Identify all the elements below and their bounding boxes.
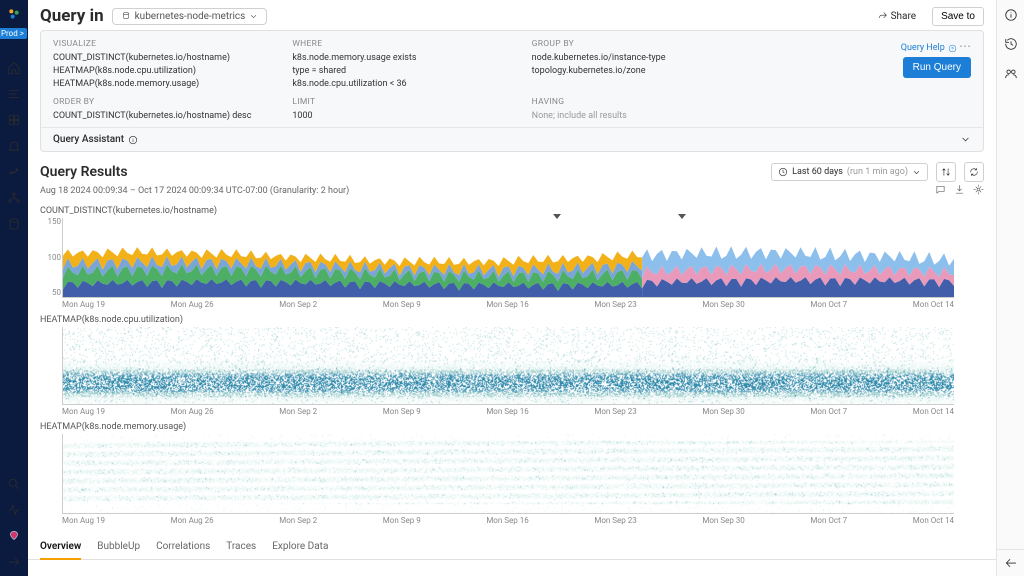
orderby-clause[interactable]: ORDER BY COUNT_DISTINCT(kubernetes.io/ho…	[53, 97, 280, 123]
tab-overview[interactable]: Overview	[40, 537, 81, 560]
chevron-down-icon	[912, 168, 921, 177]
page-title: Query in	[40, 6, 104, 26]
datasets-icon[interactable]	[6, 216, 22, 232]
chart-heatmap-memory: HEATMAP(k8s.node.memory.usage) 200G150G1…	[28, 418, 996, 527]
services-icon[interactable]	[6, 190, 22, 206]
chart-count-distinct: COUNT_DISTINCT(kubernetes.io/hostname) 1…	[28, 202, 996, 311]
collapse-right-rail-icon[interactable]	[997, 549, 1024, 576]
download-icon[interactable]	[954, 184, 965, 198]
query-more-icon[interactable]: ⋯	[959, 39, 971, 53]
dataset-name: kubernetes-node-metrics	[135, 11, 246, 22]
query-actions: Query Help ⋯ Run Query	[771, 39, 971, 91]
tab-correlations[interactable]: Correlations	[156, 537, 210, 559]
top-bar: Query in kubernetes-node-metrics Share S…	[28, 0, 996, 30]
results-header: Query Results Last 60 days (run 1 min ag…	[28, 152, 996, 184]
visualize-clause[interactable]: VISUALIZE COUNT_DISTINCT(kubernetes.io/h…	[53, 39, 280, 91]
save-button[interactable]: Save to	[932, 7, 984, 26]
slo-icon[interactable]	[6, 164, 22, 180]
expand-rail-icon[interactable]	[6, 554, 22, 570]
right-rail	[996, 0, 1024, 576]
search-icon[interactable]	[6, 476, 22, 492]
home-icon[interactable]	[6, 60, 22, 76]
settings-icon[interactable]	[973, 184, 984, 198]
chevron-down-icon	[249, 12, 258, 21]
chart-heatmap-cpu: HEATMAP(k8s.node.cpu.utilization) 403020…	[28, 311, 996, 418]
app-logo[interactable]	[6, 6, 22, 22]
env-badge[interactable]: Prod >	[0, 28, 27, 39]
compare-button[interactable]	[936, 162, 956, 182]
query-icon[interactable]	[6, 86, 22, 102]
comment-icon[interactable]	[935, 184, 946, 198]
collab-icon[interactable]	[1004, 66, 1018, 83]
alerts-icon[interactable]	[6, 138, 22, 154]
activity-icon[interactable]	[6, 502, 22, 518]
results-title: Query Results	[40, 164, 128, 180]
usage-icon[interactable]	[6, 528, 22, 544]
tab-explore data[interactable]: Explore Data	[272, 537, 328, 559]
where-clause[interactable]: WHERE k8s.node.memory.usage existstype =…	[292, 39, 519, 91]
dataset-selector[interactable]: kubernetes-node-metrics	[112, 8, 268, 25]
info-icon	[128, 135, 138, 145]
refresh-button[interactable]	[964, 162, 984, 182]
info-icon[interactable]	[1004, 8, 1018, 25]
chevron-down-icon	[960, 134, 971, 145]
query-assistant-toggle[interactable]: Query Assistant	[41, 127, 983, 151]
share-button[interactable]: Share	[870, 8, 924, 25]
clock-icon	[778, 167, 788, 177]
query-help-link[interactable]: Query Help	[901, 43, 957, 53]
query-timestamp: Aug 18 2024 00:09:34 – Oct 17 2024 00:09…	[40, 186, 349, 196]
left-nav-rail: Prod >	[0, 0, 28, 576]
tab-bubbleup[interactable]: BubbleUp	[97, 537, 140, 559]
results-tabs: Overview BubbleUp Correlations Traces Explor…	[28, 531, 996, 560]
query-panel: VISUALIZE COUNT_DISTINCT(kubernetes.io/h…	[40, 30, 984, 152]
having-clause[interactable]: HAVING None; include all results	[532, 97, 759, 123]
tab-traces[interactable]: Traces	[226, 537, 256, 559]
groupby-clause[interactable]: GROUP BY node.kubernetes.io/instance-typ…	[532, 39, 759, 91]
time-range-picker[interactable]: Last 60 days (run 1 min ago)	[771, 163, 928, 181]
limit-clause[interactable]: LIMIT 1000	[292, 97, 519, 123]
history-icon[interactable]	[1004, 37, 1018, 54]
boards-icon[interactable]	[6, 112, 22, 128]
run-query-button[interactable]: Run Query	[903, 57, 971, 78]
